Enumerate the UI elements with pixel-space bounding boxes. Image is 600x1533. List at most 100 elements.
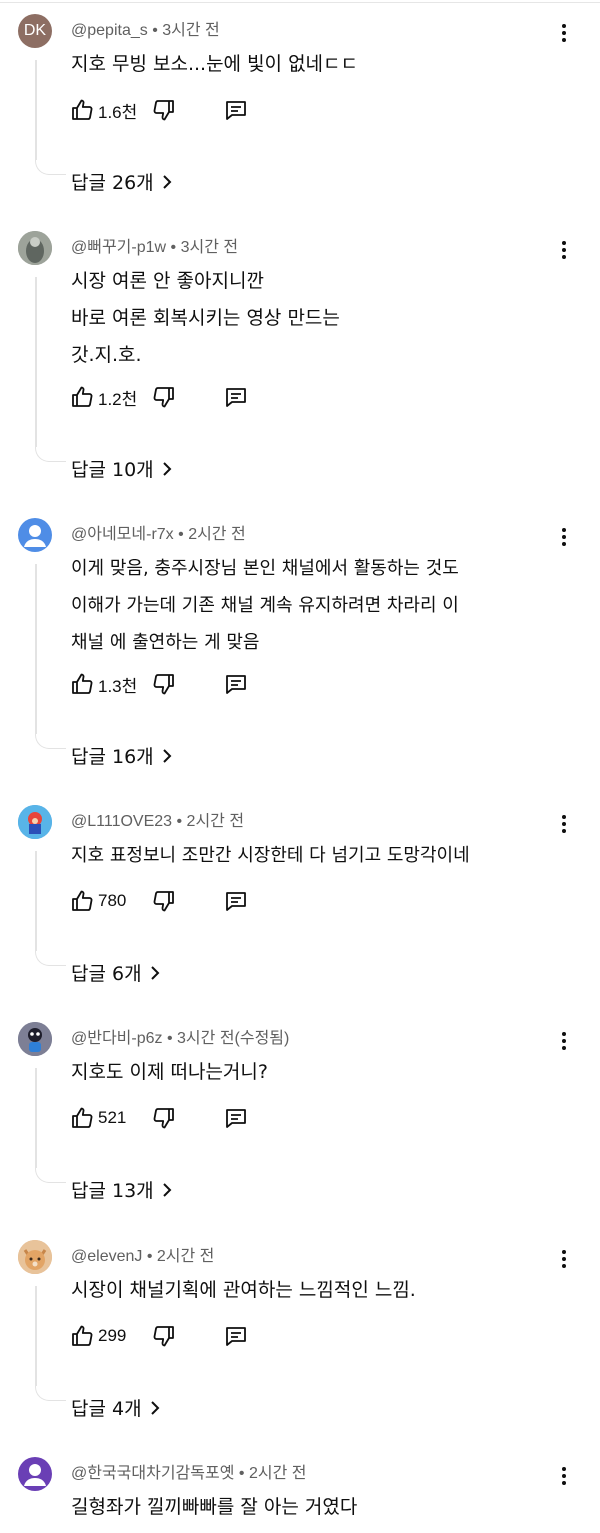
comment-thread: DK @pepita_s • 3시간 전 지호 무빙 보소...눈에 빛이 없네… bbox=[0, 0, 600, 215]
thread-line bbox=[35, 60, 37, 160]
replies-label: 답글 16개 bbox=[71, 746, 154, 768]
comment-reply-icon[interactable] bbox=[224, 1324, 248, 1348]
comment-text-line: 길형좌가 낄끼빠빠를 잘 아는 거였다 bbox=[71, 1496, 358, 1518]
meta-separator: • bbox=[146, 1248, 157, 1265]
comment-time[interactable]: 3시간 전(수정됨) bbox=[177, 1030, 289, 1047]
comment-actions: 299 bbox=[70, 1321, 246, 1351]
comment-reply-icon[interactable] bbox=[224, 98, 248, 122]
avatar[interactable] bbox=[18, 1240, 52, 1274]
thumb-up-icon bbox=[72, 1107, 93, 1128]
comment-time[interactable]: 2시간 전 bbox=[187, 813, 245, 830]
meta-separator: • bbox=[152, 22, 163, 39]
comment-actions: 780 bbox=[70, 886, 246, 916]
comment-time[interactable]: 2시간 전 bbox=[188, 526, 246, 543]
comment-meta: @뻐꾸기-p1w • 3시간 전 bbox=[71, 233, 238, 257]
avatar-image bbox=[18, 1022, 52, 1056]
comment-actions: 1.6천 bbox=[70, 95, 246, 125]
comment-author[interactable]: @한국국대차기감독포옛 bbox=[71, 1465, 234, 1482]
comment-meta: @L111OVE23 • 2시간 전 bbox=[71, 807, 244, 831]
default-user-icon bbox=[24, 1464, 46, 1486]
thumb-down-icon[interactable] bbox=[152, 98, 176, 122]
replies-toggle[interactable]: 답글 26개 bbox=[71, 168, 172, 195]
thumb-down-icon[interactable] bbox=[152, 385, 176, 409]
avatar-initials: DK bbox=[23, 22, 47, 39]
comment-text: 지호도 이제 떠나는거니? bbox=[71, 1054, 268, 1091]
like-count: 299 bbox=[98, 1326, 127, 1345]
more-vert-icon[interactable] bbox=[553, 237, 575, 263]
thread-line bbox=[35, 277, 37, 447]
thumb-down-icon[interactable] bbox=[152, 889, 176, 913]
thread-line bbox=[35, 564, 37, 734]
comment-text-line: 갓.지.호. bbox=[71, 344, 142, 366]
comment-time[interactable]: 2시간 전 bbox=[157, 1248, 215, 1265]
comment-author[interactable]: @L111OVE23 bbox=[71, 813, 172, 830]
meta-separator: • bbox=[238, 1465, 249, 1482]
like-button[interactable]: 1.6천 bbox=[70, 98, 137, 123]
replies-toggle[interactable]: 답글 16개 bbox=[71, 742, 172, 769]
thumb-down-icon[interactable] bbox=[152, 1106, 176, 1130]
replies-toggle[interactable]: 답글 10개 bbox=[71, 455, 172, 482]
avatar[interactable] bbox=[18, 518, 52, 552]
thumb-down-icon[interactable] bbox=[152, 1324, 176, 1348]
comment-time[interactable]: 2시간 전 bbox=[249, 1465, 307, 1482]
more-vert-icon[interactable] bbox=[553, 20, 575, 46]
comment-author[interactable]: @아네모네-r7x bbox=[71, 526, 174, 543]
meta-separator: • bbox=[166, 1030, 178, 1047]
comment-author[interactable]: @pepita_s bbox=[71, 22, 148, 39]
replies-label: 답글 26개 bbox=[71, 172, 154, 194]
replies-label: 답글 13개 bbox=[71, 1180, 154, 1202]
more-vert-icon[interactable] bbox=[553, 1463, 575, 1489]
avatar[interactable] bbox=[18, 1457, 52, 1491]
more-vert-icon[interactable] bbox=[553, 811, 575, 837]
more-vert-icon[interactable] bbox=[553, 1246, 575, 1272]
avatar[interactable] bbox=[18, 231, 52, 265]
comment-author[interactable]: @뻐꾸기-p1w bbox=[71, 239, 166, 256]
like-count: 1.3천 bbox=[98, 676, 138, 696]
comment-thread: @한국국대차기감독포옛 • 2시간 전 길형좌가 낄끼빠빠를 잘 아는 거였다 bbox=[0, 1443, 600, 1533]
replies-toggle[interactable]: 답글 4개 bbox=[71, 1394, 160, 1421]
comment-reply-icon[interactable] bbox=[224, 1106, 248, 1130]
comment-author[interactable]: @반다비-p6z bbox=[71, 1030, 163, 1047]
comment-meta: @elevenJ • 2시간 전 bbox=[71, 1242, 214, 1266]
comment-time[interactable]: 3시간 전 bbox=[181, 239, 239, 256]
comment-time[interactable]: 3시간 전 bbox=[162, 22, 220, 39]
comment-actions: 521 bbox=[70, 1103, 246, 1133]
comment-reply-icon[interactable] bbox=[224, 385, 248, 409]
like-count: 521 bbox=[98, 1108, 127, 1127]
avatar[interactable]: DK bbox=[18, 14, 52, 48]
replies-toggle[interactable]: 답글 6개 bbox=[71, 959, 160, 986]
comment-text-line: 시장 여론 안 좋아지니깐 bbox=[71, 270, 264, 292]
chevron-right-icon bbox=[150, 1400, 159, 1415]
like-button[interactable]: 299 bbox=[70, 1324, 126, 1348]
thread-line bbox=[35, 1286, 37, 1386]
avatar-image bbox=[18, 1240, 52, 1274]
thread-line-curve bbox=[35, 160, 66, 175]
thread-line-curve bbox=[35, 951, 66, 966]
like-button[interactable]: 1.2천 bbox=[70, 385, 137, 410]
comment-text-line: 시장이 채널기획에 관여하는 느낌적인 느낌. bbox=[71, 1279, 416, 1301]
replies-toggle[interactable]: 답글 13개 bbox=[71, 1176, 172, 1203]
meta-separator: • bbox=[170, 239, 181, 256]
thread-line-curve bbox=[35, 1386, 66, 1401]
avatar[interactable] bbox=[18, 1022, 52, 1056]
comment-author[interactable]: @elevenJ bbox=[71, 1248, 142, 1265]
comment-text: 시장 여론 안 좋아지니깐 바로 여론 회복시키는 영상 만드는 갓.지.호. bbox=[71, 263, 340, 374]
comment-thread: @반다비-p6z • 3시간 전(수정됨) 지호도 이제 떠나는거니? 521 … bbox=[0, 1008, 600, 1223]
comment-text-line: 지호도 이제 떠나는거니? bbox=[71, 1061, 268, 1083]
comment-reply-icon[interactable] bbox=[224, 889, 248, 913]
meta-separator: • bbox=[176, 813, 187, 830]
thread-line-curve bbox=[35, 1168, 66, 1183]
more-vert-icon[interactable] bbox=[553, 1028, 575, 1054]
avatar[interactable] bbox=[18, 805, 52, 839]
like-count: 1.2천 bbox=[98, 389, 138, 409]
like-button[interactable]: 1.3천 bbox=[70, 672, 137, 697]
comment-text: 지호 표정보니 조만간 시장한테 다 넘기고 도망각이네 bbox=[71, 837, 470, 874]
comment-reply-icon[interactable] bbox=[224, 672, 248, 696]
comment-thread: @elevenJ • 2시간 전 시장이 채널기획에 관여하는 느낌적인 느낌.… bbox=[0, 1226, 600, 1441]
like-button[interactable]: 521 bbox=[70, 1106, 126, 1130]
chevron-right-icon bbox=[162, 174, 172, 189]
more-vert-icon[interactable] bbox=[553, 524, 575, 550]
thumb-down-icon[interactable] bbox=[152, 672, 176, 696]
like-button[interactable]: 780 bbox=[70, 889, 126, 913]
comment-text-line: 채널 에 출연하는 게 맞음 bbox=[71, 632, 260, 653]
